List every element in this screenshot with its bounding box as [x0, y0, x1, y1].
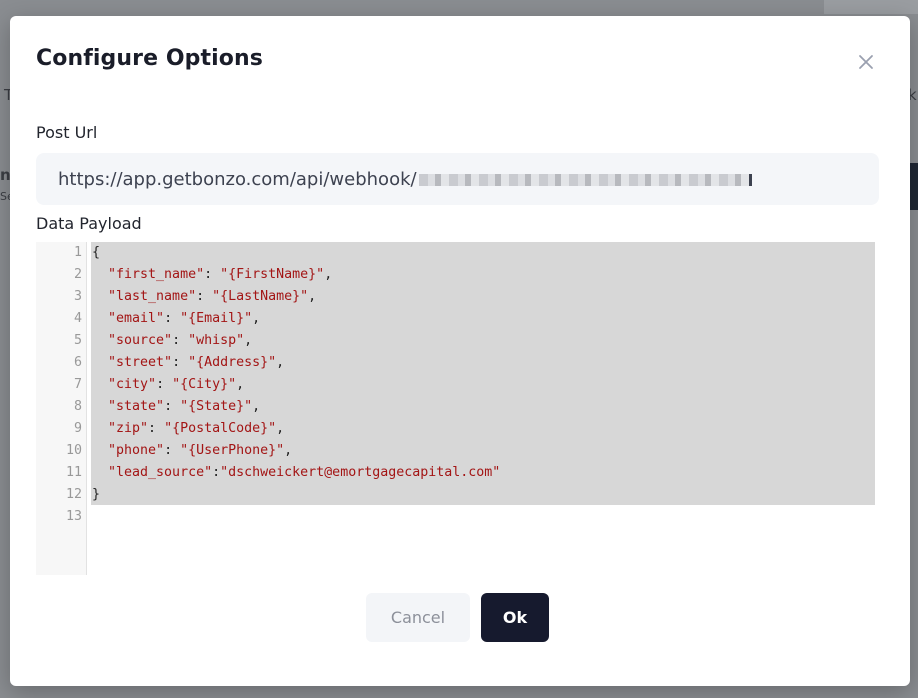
line-number: 9 — [73, 421, 82, 436]
background-panel — [824, 0, 918, 14]
code-line: "email": "{Email}", — [108, 311, 261, 326]
code-line: } — [92, 487, 101, 502]
code-line: "lead_source":"dschweickert@emortgagecap… — [108, 465, 501, 480]
line-number: 12 — [65, 487, 82, 502]
line-number: 13 — [65, 509, 82, 524]
close-icon — [859, 55, 873, 69]
code-line: "state": "{State}", — [108, 399, 261, 414]
data-payload-label: Data Payload — [36, 214, 142, 233]
modal-title: Configure Options — [36, 46, 263, 71]
line-number: 6 — [73, 355, 82, 370]
code-line: "first_name": "{FirstName}", — [108, 267, 333, 282]
line-number: 11 — [65, 465, 82, 480]
code-line: "zip": "{PostalCode}", — [108, 421, 285, 436]
post-url-label: Post Url — [36, 123, 98, 142]
post-url-input[interactable]: https://app.getbonzo.com/api/webhook/ — [36, 153, 879, 205]
payload-code-editor[interactable]: 1 2 3 4 5 6 7 8 9 10 11 12 13 { "first_name": "{Firs… — [36, 242, 875, 575]
code-line: { — [92, 245, 101, 260]
post-url-value: https://app.getbonzo.com/api/webhook/ — [58, 168, 417, 190]
configure-options-modal: Configure Options Post Url https://app.g… — [10, 16, 910, 686]
line-number-gutter: 1 2 3 4 5 6 7 8 9 10 11 12 13 — [36, 242, 87, 575]
line-number: 10 — [65, 443, 82, 458]
ok-button[interactable]: Ok — [481, 593, 549, 642]
line-number: 7 — [73, 377, 82, 392]
code-line: "source": "whisp", — [108, 333, 253, 348]
line-number: 5 — [73, 333, 82, 348]
line-number: 4 — [73, 311, 82, 326]
line-number: 8 — [73, 399, 82, 414]
line-number: 3 — [73, 289, 82, 304]
line-number: 1 — [73, 245, 82, 260]
close-button[interactable] — [854, 50, 878, 74]
background-dark-button — [910, 163, 918, 210]
code-line: "city": "{City}", — [108, 377, 245, 392]
line-number: 2 — [73, 267, 82, 282]
cancel-button[interactable]: Cancel — [366, 593, 470, 642]
code-line: "last_name": "{LastName}", — [108, 289, 317, 304]
redacted-url-segment — [418, 174, 752, 186]
code-line: "street": "{Address}", — [108, 355, 285, 370]
code-line: "phone": "{UserPhone}", — [108, 443, 293, 458]
